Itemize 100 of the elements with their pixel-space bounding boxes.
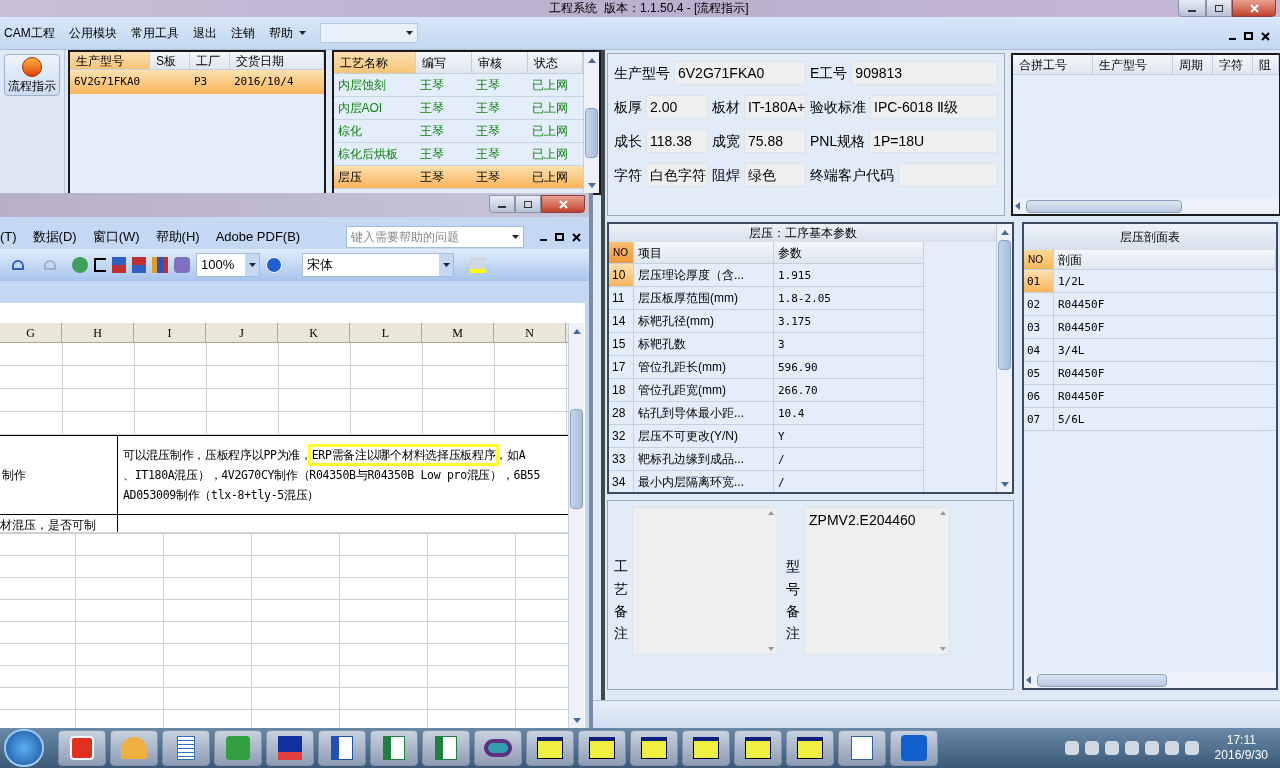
- column-header[interactable]: K: [278, 323, 350, 342]
- clock-time[interactable]: 17:11: [1226, 733, 1256, 748]
- column-header[interactable]: 状态: [527, 52, 583, 74]
- text-field[interactable]: IT-180A+: [744, 95, 806, 119]
- row-number[interactable]: 11: [609, 287, 634, 310]
- column-header[interactable]: 参数: [774, 242, 924, 264]
- horizontal-scrollbar[interactable]: [1024, 672, 1276, 688]
- table-row[interactable]: 棕化 王琴 王琴 已上网: [333, 120, 583, 143]
- scrollbar[interactable]: [996, 224, 1012, 492]
- column-header[interactable]: 字符: [1213, 55, 1253, 75]
- left-arrow-icon[interactable]: [1026, 676, 1031, 684]
- up-arrow-icon[interactable]: [1000, 229, 1009, 235]
- text-field[interactable]: 6V2G71FKA0: [674, 61, 806, 85]
- row-number[interactable]: 32: [609, 425, 634, 448]
- font-combo[interactable]: 宋体: [302, 253, 454, 277]
- text-field[interactable]: IPC-6018 Ⅱ级: [870, 95, 998, 119]
- row-number[interactable]: 34: [609, 471, 634, 492]
- text-field[interactable]: 2.00: [646, 95, 708, 119]
- row-number[interactable]: 28: [609, 402, 634, 425]
- scrollbar-thumb[interactable]: [570, 409, 583, 509]
- column-header[interactable]: 剖面: [1054, 250, 1276, 270]
- column-header[interactable]: N: [494, 323, 566, 342]
- column-header[interactable]: 项目: [634, 242, 774, 264]
- column-header[interactable]: L: [350, 323, 422, 342]
- column-header[interactable]: G: [0, 323, 62, 342]
- down-arrow-icon[interactable]: [587, 182, 596, 188]
- row-number[interactable]: 10: [609, 264, 634, 287]
- maximize-button[interactable]: [515, 195, 541, 213]
- scrollbar-thumb[interactable]: [1037, 673, 1167, 687]
- menu-item[interactable]: 数据(D): [32, 227, 77, 247]
- restore-icon[interactable]: [1244, 32, 1253, 40]
- down-arrow-icon[interactable]: [1000, 481, 1009, 487]
- menu-item[interactable]: 注销: [230, 24, 255, 42]
- help-icon[interactable]: [266, 257, 282, 273]
- row-number[interactable]: 01: [1024, 270, 1054, 293]
- column-header[interactable]: 编写: [415, 52, 472, 74]
- text-field[interactable]: 909813: [851, 61, 998, 85]
- close-icon[interactable]: [1261, 31, 1270, 41]
- column-header[interactable]: 生产型号: [1093, 55, 1173, 75]
- text-area[interactable]: ZPMV2.E204460: [804, 507, 950, 655]
- tray-icon[interactable]: [1084, 741, 1099, 755]
- table-row[interactable]: 6V2G71FKA0 P3 2016/10/4: [70, 70, 324, 94]
- up-arrow-icon[interactable]: [940, 511, 946, 515]
- text-field[interactable]: 白色字符: [646, 163, 708, 187]
- minimize-button[interactable]: [1178, 0, 1206, 17]
- column-header[interactable]: 审核: [471, 52, 528, 74]
- table-row[interactable]: 内层AOI 王琴 王琴 已上网: [333, 97, 583, 120]
- maximize-button[interactable]: [1206, 0, 1232, 17]
- menu-item[interactable]: 退出: [192, 24, 217, 42]
- scrollbar-thumb[interactable]: [585, 108, 598, 158]
- text-field[interactable]: 1P=18U: [869, 129, 998, 153]
- tray-icon[interactable]: [1064, 741, 1079, 755]
- column-header[interactable]: 生产型号: [70, 52, 150, 70]
- column-header[interactable]: H: [62, 323, 134, 342]
- column-header[interactable]: NO: [609, 242, 634, 264]
- scrollbar-thumb[interactable]: [1026, 199, 1182, 213]
- column-header[interactable]: J: [206, 323, 278, 342]
- flow-instruction-button[interactable]: 流程指示: [4, 54, 60, 96]
- horizontal-scrollbar[interactable]: [1013, 198, 1279, 214]
- minimize-button[interactable]: [489, 195, 515, 213]
- left-arrow-icon[interactable]: [1015, 202, 1020, 210]
- clock-date[interactable]: 2016/9/30: [1214, 748, 1268, 763]
- undo-icon[interactable]: [12, 260, 24, 270]
- column-header[interactable]: NO: [1024, 250, 1054, 270]
- down-arrow-icon[interactable]: [572, 717, 581, 723]
- column-header[interactable]: S板: [150, 52, 190, 70]
- fill-color-icon[interactable]: [470, 257, 486, 273]
- row-number[interactable]: 17: [609, 356, 634, 379]
- taskbar-button[interactable]: [318, 730, 366, 766]
- column-header[interactable]: 周期: [1173, 55, 1213, 75]
- column-header[interactable]: 工艺名称: [333, 52, 416, 74]
- taskbar-button[interactable]: [734, 730, 782, 766]
- taskbar-button[interactable]: [578, 730, 626, 766]
- menu-item[interactable]: (T): [0, 227, 17, 247]
- row-number[interactable]: 02: [1024, 293, 1054, 316]
- row-number[interactable]: 33: [609, 448, 634, 471]
- menu-item[interactable]: 公用模块: [68, 24, 117, 42]
- column-header[interactable]: 工厂: [190, 52, 230, 70]
- table-row[interactable]: 层压 王琴 王琴 已上网: [333, 166, 583, 189]
- taskbar-button[interactable]: [266, 730, 314, 766]
- scrollbar[interactable]: [583, 52, 599, 193]
- menu-item[interactable]: 帮助: [268, 24, 293, 42]
- chart-icon[interactable]: [152, 257, 168, 273]
- scrollbar-thumb[interactable]: [998, 240, 1011, 370]
- row-number[interactable]: 06: [1024, 385, 1054, 408]
- menu-item[interactable]: CAM工程: [4, 24, 55, 42]
- up-arrow-icon[interactable]: [587, 57, 596, 63]
- close-button[interactable]: [541, 195, 585, 213]
- column-header[interactable]: M: [422, 323, 494, 342]
- row-number[interactable]: 15: [609, 333, 634, 356]
- hyperlink-icon[interactable]: [72, 257, 88, 273]
- text-field[interactable]: 绿色: [744, 163, 806, 187]
- text-field[interactable]: 118.38: [646, 129, 708, 153]
- menu-item[interactable]: 常用工具: [130, 24, 179, 42]
- taskbar-button[interactable]: [838, 730, 886, 766]
- up-arrow-icon[interactable]: [768, 511, 774, 515]
- row-number[interactable]: 05: [1024, 362, 1054, 385]
- down-arrow-icon[interactable]: [940, 647, 946, 651]
- taskbar-button[interactable]: [786, 730, 834, 766]
- row-number[interactable]: 14: [609, 310, 634, 333]
